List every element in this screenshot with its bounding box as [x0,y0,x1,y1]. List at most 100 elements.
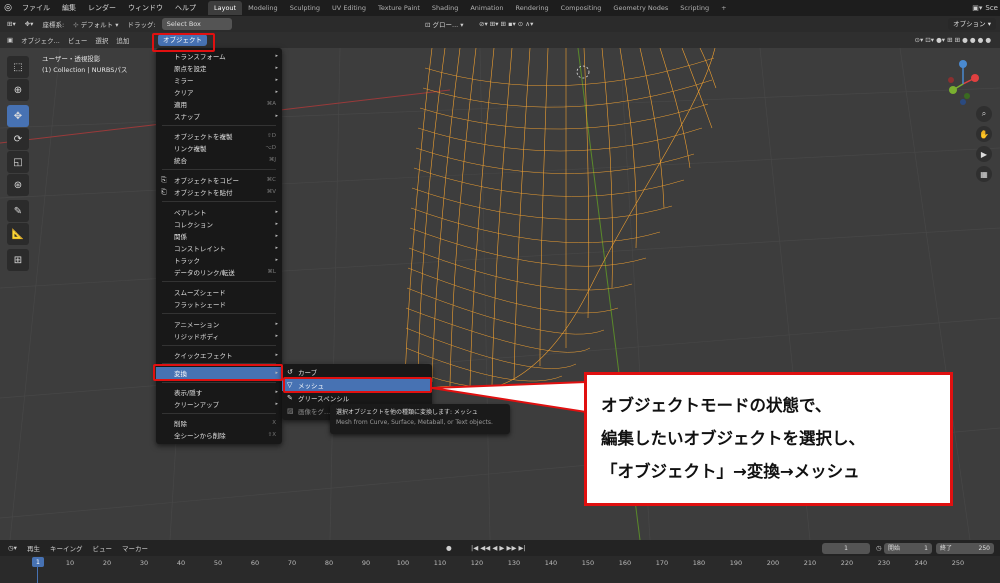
timeline-editor-icon[interactable]: ◷▾ [5,544,20,552]
menu-render[interactable]: レンダー [82,0,122,16]
menu-window[interactable]: ウィンドウ [122,0,169,16]
tab-modeling[interactable]: Modeling [242,1,284,15]
playhead[interactable]: 1 [32,557,44,567]
menu-item-link-duplicate[interactable]: リンク複製 ⌥D [156,142,282,154]
ruler-tick-label: 160 [618,559,632,567]
snap-icon[interactable]: ⊘▾ ⊞▾ ⊞ ▪▾ ⊙ ∧▾ [476,20,536,28]
global-orientation-dropdown[interactable]: ⊡ グロー... ▾ [422,19,467,29]
menu-item-rigid-body[interactable]: リジッドボディ ▸ [156,330,282,342]
scene-selector[interactable]: ▣▾ Sce [972,0,1000,16]
submenu-item-label: カーブ [298,369,318,377]
menu-edit[interactable]: 編集 [56,0,82,16]
menu-file[interactable]: ファイル [16,0,56,16]
menu-item-label: ミラー [174,77,194,85]
menu-timeline-view[interactable]: ビュー [89,543,115,553]
tab-layout[interactable]: Layout [208,1,243,15]
menu-item-constraint[interactable]: コンストレイント ▸ [156,242,282,254]
tab-uv-editing[interactable]: UV Editing [326,1,372,15]
tab-rendering[interactable]: Rendering [509,1,554,15]
menu-item-shade-smooth[interactable]: スムーズシェード [156,286,282,298]
perspective-grid-icon[interactable]: ▦ [976,166,992,182]
object-dropdown-menu: トランスフォーム ▸ 原点を設定 ▸ ミラー ▸ クリア ▸ 適用 ⌘A スナップ ▸ オブ… [156,48,282,444]
menu-item-relations[interactable]: 関係 ▸ [156,230,282,242]
mode-icon[interactable]: ▣ [4,36,16,44]
submenu-item-curve[interactable]: ↺ カーブ [282,366,432,378]
shortcut-hint: ⇧X [267,432,276,438]
tab-sculpting[interactable]: Sculpting [284,1,326,15]
viewport-header: ▣ オブジェク... ビュー 選択 追加 オブジェクト ⊙▾ ⊡▾ ●▾ ⊞ ⊞… [0,32,1000,48]
menu-item-paste-objects[interactable]: ⎗ オブジェクトを貼付 ⌘V [156,186,282,198]
menu-item-duplicate[interactable]: オブジェクトを複製 ⇧D [156,130,282,142]
editor-type-icon[interactable]: ⊞▾ [4,20,19,28]
zoom-icon[interactable]: ⌕ [976,106,992,122]
menu-marker[interactable]: マーカー [119,543,151,553]
measure-icon[interactable]: 📐 [7,223,29,245]
menu-item-track[interactable]: トラック ▸ [156,254,282,266]
camera-icon[interactable]: ▶ [976,146,992,162]
add-cube-icon[interactable]: ⊞ [7,249,29,271]
menu-item-copy-objects[interactable]: ⎘ オブジェクトをコピー ⌘C [156,174,282,186]
tab-scripting[interactable]: Scripting [674,1,715,15]
menu-add[interactable]: 追加 [113,35,132,45]
menu-item-convert[interactable]: 変換 ▸ [156,367,282,379]
menu-item-delete[interactable]: 削除 X [156,417,282,429]
transform-orientation-icon[interactable]: ✥▾ [22,20,37,28]
playback-controls[interactable]: |◀ ◀◀ ◀ ▶ ▶▶ ▶| [468,544,529,552]
move-icon[interactable]: ✥ [7,105,29,127]
menu-item-quick-effects[interactable]: クイックエフェクト ▸ [156,349,282,361]
menu-item-parent[interactable]: ペアレント ▸ [156,206,282,218]
shortcut-hint: ⌘C [266,177,276,183]
menu-item-link-transfer-data[interactable]: データのリンク/転送 ⌘L [156,266,282,278]
ruler-tick-label: 90 [361,559,371,567]
rotate-icon[interactable]: ⟳ [7,128,29,150]
viewport-shading-icons[interactable]: ⊙▾ ⊡▾ ●▾ ⊞ ⊞ ● ● ● ● [912,36,994,44]
navigation-gizmo[interactable] [935,56,985,106]
menu-item-shade-flat[interactable]: フラットシェード [156,298,282,310]
menu-playback[interactable]: 再生 [24,543,43,553]
submenu-arrow-icon: ▸ [275,245,278,251]
cursor-icon[interactable]: ⊕ [7,79,29,101]
menu-item-clear[interactable]: クリア ▸ [156,86,282,98]
menu-item-delete-globally[interactable]: 全シーンから削除 ⇧X [156,429,282,441]
menu-item-set-origin[interactable]: 原点を設定 ▸ [156,62,282,74]
timeline-ruler[interactable]: 10 20 30 40 50 60 70 80 90 100 110 120 130 140 150 160 1… [0,556,1000,583]
menu-item-show-hide[interactable]: 表示/隠す ▸ [156,386,282,398]
add-workspace-button[interactable]: + [715,1,732,15]
tab-animation[interactable]: Animation [464,1,509,15]
tab-shading[interactable]: Shading [426,1,464,15]
current-frame-field[interactable]: 1 [822,542,870,554]
record-icon[interactable]: ● [443,544,455,552]
menu-item-mirror[interactable]: ミラー ▸ [156,74,282,86]
blender-logo-icon[interactable]: ◎ [0,3,16,13]
pivot-dropdown[interactable]: ⊹ デフォルト ▾ [70,19,121,29]
menu-object[interactable]: オブジェクト [158,34,207,46]
tab-geometry-nodes[interactable]: Geometry Nodes [607,1,674,15]
menu-item-transform[interactable]: トランスフォーム ▸ [156,50,282,62]
submenu-item-grease-pencil[interactable]: ✎ グリースペンシル [282,392,432,404]
ruler-tick-label: 20 [102,559,112,567]
tab-compositing[interactable]: Compositing [555,1,608,15]
menu-help[interactable]: ヘルプ [169,0,202,16]
menu-item-snap[interactable]: スナップ ▸ [156,110,282,122]
menu-item-label: 変換 [174,370,187,378]
scale-icon[interactable]: ◱ [7,151,29,173]
start-frame-field[interactable]: 開始 1 [884,542,932,554]
menu-item-join[interactable]: 統合 ⌘J [156,154,282,166]
menu-view[interactable]: ビュー [65,35,91,45]
end-frame-field[interactable]: 終了 250 [936,542,994,554]
menu-item-clean-up[interactable]: クリーンアップ ▸ [156,398,282,410]
annotate-icon[interactable]: ✎ [7,200,29,222]
pan-hand-icon[interactable]: ✋ [976,126,992,142]
tab-texture-paint[interactable]: Texture Paint [372,1,426,15]
menu-select[interactable]: 選択 [92,35,111,45]
drag-select-dropdown[interactable]: Select Box [161,18,232,30]
submenu-item-mesh[interactable]: ▽ メッシュ [282,379,432,391]
transform-icon[interactable]: ⊛ [7,174,29,196]
menu-item-collection[interactable]: コレクション ▸ [156,218,282,230]
mode-dropdown[interactable]: オブジェク... [18,35,63,45]
menu-item-animation[interactable]: アニメーション ▸ [156,318,282,330]
menu-item-apply[interactable]: 適用 ⌘A [156,98,282,110]
options-dropdown[interactable]: オプション ▾ [948,18,996,30]
select-box-icon[interactable]: ⬚ [7,56,29,78]
menu-keying[interactable]: キーイング [47,543,86,553]
